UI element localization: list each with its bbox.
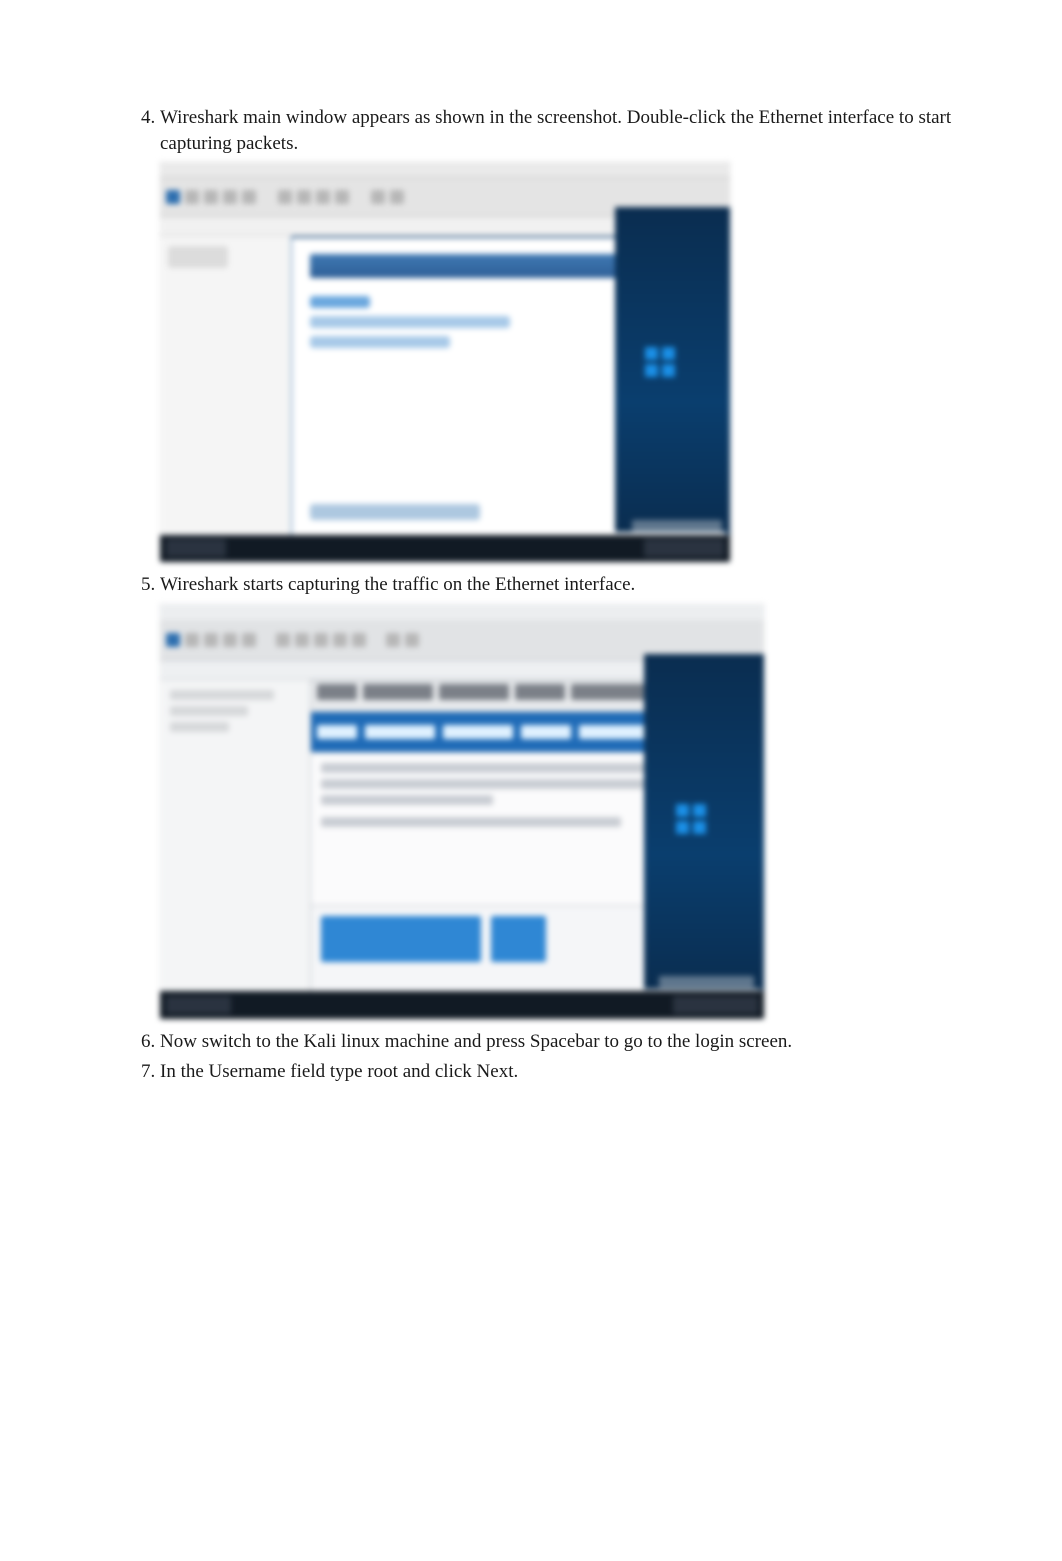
step-4: Wireshark main window appears as shown i… xyxy=(160,105,962,562)
step-7: In the Username field type root and clic… xyxy=(160,1059,962,1085)
step-7-text: In the Username field type root and clic… xyxy=(160,1061,518,1082)
screenshot-wireshark-welcome xyxy=(160,162,730,562)
instruction-list: Wireshark main window appears as shown i… xyxy=(130,105,962,1084)
step-4-text: Wireshark main window appears as shown i… xyxy=(160,107,951,154)
step-6: Now switch to the Kali linux machine and… xyxy=(160,1029,962,1055)
step-5: Wireshark starts capturing the traffic o… xyxy=(160,572,962,1019)
step-5-text: Wireshark starts capturing the traffic o… xyxy=(160,574,635,595)
screenshot-wireshark-capturing xyxy=(160,604,764,1019)
step-6-text: Now switch to the Kali linux machine and… xyxy=(160,1031,792,1052)
